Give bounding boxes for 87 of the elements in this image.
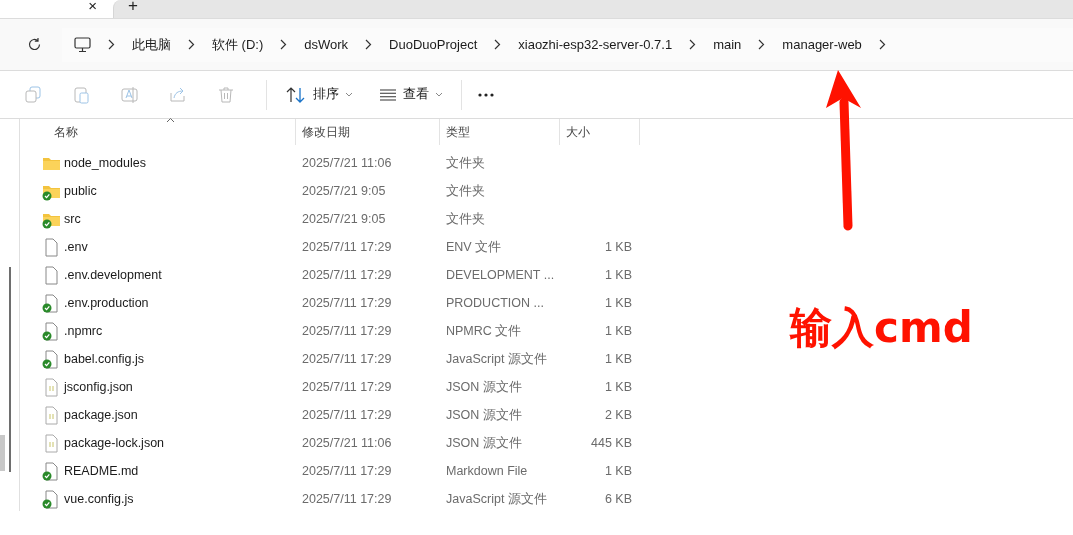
- chevron-icon: [878, 39, 886, 50]
- file-type: JSON 源文件: [446, 378, 522, 396]
- breadcrumb-item[interactable]: 此电脑: [118, 35, 185, 54]
- file-type: NPMRC 文件: [446, 322, 522, 340]
- date-modified: 2025/7/11 17:29: [302, 464, 392, 478]
- chevron-icon: [188, 39, 195, 50]
- chevron-icon: [365, 39, 373, 50]
- file-size: 1 KB: [604, 464, 632, 478]
- file-type: JSON 源文件: [446, 406, 522, 424]
- file-name[interactable]: .env.production: [64, 296, 149, 310]
- view-button[interactable]: 查看: [369, 78, 453, 111]
- annotation-text: 输入cmd: [790, 302, 973, 354]
- file-name[interactable]: vue.config.js: [64, 492, 134, 506]
- scrollbar-thumb[interactable]: [0, 435, 5, 471]
- date-modified: 2025/7/11 17:29: [302, 352, 392, 366]
- column-header[interactable]: 名称: [20, 119, 296, 145]
- copy-icon: [24, 84, 44, 105]
- date-modified: 2025/7/11 17:29: [302, 240, 392, 254]
- date-modified: 2025/7/11 17:29: [302, 380, 392, 394]
- file-size: 2 KB: [604, 408, 632, 422]
- file-name[interactable]: babel.config.js: [64, 352, 144, 366]
- file-size: 1 KB: [604, 324, 632, 338]
- caret-icon: [345, 92, 353, 97]
- date-modified: 2025/7/11 17:29: [302, 408, 392, 422]
- date-modified: 2025/7/11 17:29: [302, 296, 392, 310]
- file-size: 1 KB: [604, 268, 632, 282]
- scrollbar[interactable]: [9, 267, 11, 472]
- file-type: PRODUCTION ...: [446, 296, 544, 310]
- breadcrumb-item[interactable]: xiaozhi-esp32-server-0.7.1: [504, 37, 687, 52]
- date-modified: 2025/7/21 11:06: [302, 436, 392, 450]
- file-type: Markdown File: [446, 464, 528, 478]
- chevron-icon: [108, 39, 115, 50]
- file-name[interactable]: .env: [64, 240, 88, 254]
- file-name[interactable]: .npmrc: [64, 324, 103, 338]
- file-name[interactable]: README.md: [64, 464, 139, 478]
- date-modified: 2025/7/11 17:29: [302, 492, 392, 506]
- file-size: 6 KB: [604, 492, 632, 506]
- column-header[interactable]: 大小: [560, 119, 640, 145]
- chevron-icon: [494, 39, 502, 50]
- close-tab-button[interactable]: ×: [88, 0, 97, 12]
- breadcrumb-item[interactable]: dsWork: [290, 37, 363, 52]
- date-modified: 2025/7/21 9:05: [302, 184, 386, 198]
- sort-up-icon: [166, 117, 175, 123]
- breadcrumb-item[interactable]: DuoDuoProject: [375, 37, 492, 52]
- file-type: JSON 源文件: [446, 434, 522, 452]
- file-size: 445 KB: [591, 436, 632, 450]
- refresh-icon[interactable]: [27, 37, 42, 52]
- file-name[interactable]: public: [64, 184, 97, 198]
- file-type: DEVELOPMENT ...: [446, 268, 555, 282]
- file-type: 文件夹: [446, 154, 485, 172]
- paste-icon: [72, 84, 92, 105]
- sort-arrows-icon: [285, 85, 307, 104]
- more-icon[interactable]: [478, 92, 494, 97]
- column-header[interactable]: 修改日期: [296, 119, 440, 145]
- breadcrumb-item[interactable]: main: [699, 37, 756, 52]
- breadcrumb-item[interactable]: manager-web: [768, 37, 876, 52]
- file-name[interactable]: node_modules: [64, 156, 146, 170]
- file-type: 文件夹: [446, 210, 485, 228]
- file-name[interactable]: package.json: [64, 408, 138, 422]
- chevron-icon: [280, 39, 288, 50]
- rename-icon: [120, 84, 140, 105]
- file-size: 1 KB: [604, 240, 632, 254]
- file-name[interactable]: .env.development: [64, 268, 162, 282]
- date-modified: 2025/7/21 11:06: [302, 156, 392, 170]
- file-name[interactable]: src: [64, 212, 81, 226]
- date-modified: 2025/7/21 9:05: [302, 212, 386, 226]
- file-size: 1 KB: [604, 380, 632, 394]
- new-tab-button[interactable]: +: [128, 0, 138, 11]
- file-size: 1 KB: [604, 352, 632, 366]
- file-type: 文件夹: [446, 182, 485, 200]
- computer-icon[interactable]: [74, 36, 91, 53]
- lines-icon: [379, 88, 397, 101]
- date-modified: 2025/7/11 17:29: [302, 268, 392, 282]
- file-type: JavaScript 源文件: [446, 350, 547, 368]
- file-size: 1 KB: [604, 296, 632, 310]
- file-type: JavaScript 源文件: [446, 490, 547, 508]
- file-name[interactable]: jsconfig.json: [64, 380, 133, 394]
- sort-button[interactable]: 排序: [275, 78, 363, 111]
- column-header[interactable]: 类型: [440, 119, 560, 145]
- chevron-icon: [689, 39, 697, 50]
- file-name[interactable]: package-lock.json: [64, 436, 165, 450]
- delete-icon: [216, 84, 236, 105]
- breadcrumb-item[interactable]: 软件 (D:): [198, 35, 278, 54]
- file-type: ENV 文件: [446, 238, 502, 256]
- chevron-icon: [758, 39, 766, 50]
- date-modified: 2025/7/11 17:29: [302, 324, 392, 338]
- caret-icon: [435, 92, 443, 97]
